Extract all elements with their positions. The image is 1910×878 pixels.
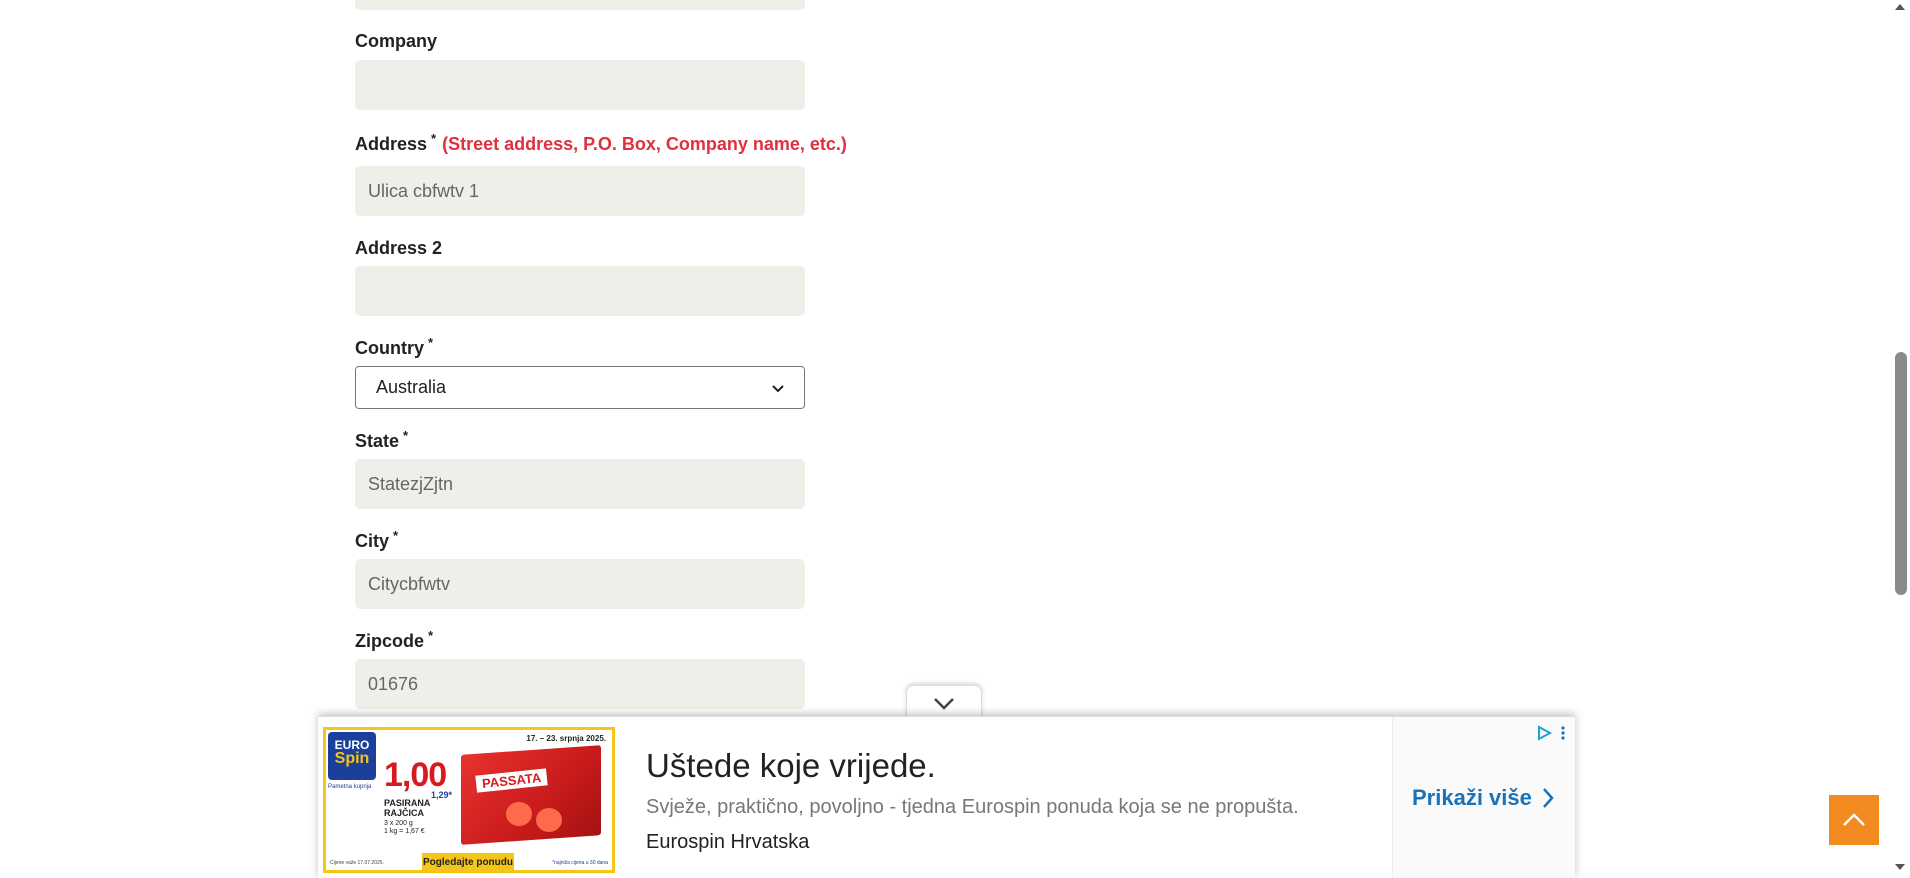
page-scrollbar[interactable] (1890, 0, 1910, 877)
tomato-icon (506, 802, 532, 826)
address-hint: (Street address, P.O. Box, Company name,… (442, 134, 847, 154)
product-box-image (461, 745, 601, 845)
zipcode-input[interactable]: 01676 (355, 659, 805, 709)
adchoices-icon[interactable] (1536, 725, 1552, 741)
country-label: Country * (355, 335, 434, 358)
address-label: Address * (Street address, P.O. Box, Compa… (355, 131, 847, 154)
ad-more-label: Prikaži više (1412, 785, 1532, 810)
logo-tagline: Pametna kupnja (328, 784, 372, 790)
scroll-up-arrow-icon[interactable] (1894, 2, 1906, 12)
company-label: Company (355, 31, 438, 51)
scrollbar-thumb[interactable] (1895, 352, 1907, 595)
required-mark: * (428, 628, 434, 643)
ad-image-button[interactable]: Pogledajte ponudu (422, 853, 514, 870)
ad-date: 17. – 23. srpnja 2025. (526, 734, 606, 743)
zipcode-label: Zipcode * (355, 628, 434, 651)
country-select[interactable]: Australia (355, 366, 805, 409)
state-input[interactable]: StatezjZjtn (355, 459, 805, 509)
city-input[interactable]: Citycbfwtv (355, 559, 805, 609)
address2-label: Address 2 (355, 238, 443, 258)
state-label: State * (355, 428, 409, 451)
company-input[interactable] (355, 60, 805, 110)
ad-image[interactable]: EURO Spin Pametna kupnja 17. – 23. srpnj… (323, 727, 615, 873)
chevron-up-icon (1843, 813, 1865, 826)
ad-product-qty: 3 x 200 g 1 kg = 1,67 € (384, 820, 425, 835)
required-mark: * (428, 335, 434, 350)
ad-footnote-right: *najniža cijena u 30 dana (552, 860, 608, 866)
eurospin-logo: EURO Spin (328, 732, 376, 780)
ad-title[interactable]: Uštede koje vrijede. (646, 747, 936, 785)
chevron-down-icon (934, 698, 954, 710)
chevron-down-icon (772, 384, 784, 392)
address-input[interactable]: Ulica cbfwtv 1 (355, 166, 805, 216)
address2-input[interactable] (355, 266, 805, 316)
chevron-right-icon (1542, 788, 1554, 808)
more-options-icon[interactable] (1560, 725, 1566, 741)
required-mark: * (393, 528, 399, 543)
country-selected-value: Australia (376, 377, 447, 397)
ad-divider (1392, 717, 1393, 878)
previous-field-input[interactable] (355, 0, 805, 10)
city-label: City * (355, 528, 399, 551)
required-mark: * (403, 428, 409, 443)
ad-banner[interactable]: EURO Spin Pametna kupnja 17. – 23. srpnj… (318, 716, 1575, 878)
required-mark: * (431, 131, 437, 146)
tomato-icon (536, 808, 562, 832)
ad-footnote: Cijene važe 17.07.2025. (330, 860, 384, 866)
ad-description: Svježe, praktično, povoljno - tjedna Eur… (646, 796, 1299, 818)
ad-product-name: PASIRANA RAJČICA (384, 798, 431, 818)
ad-more-button[interactable]: Prikaži više (1412, 785, 1554, 811)
back-to-top-button[interactable] (1829, 795, 1879, 845)
ad-advertiser: Eurospin Hrvatska (646, 831, 810, 853)
scroll-down-arrow-icon[interactable] (1894, 862, 1906, 872)
